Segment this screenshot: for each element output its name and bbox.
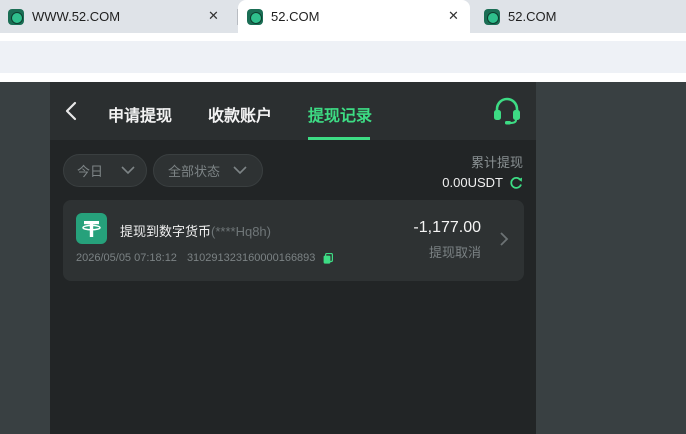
record-meta: 2026/05/05 07:18:12 31029132316000016689… bbox=[76, 252, 334, 264]
total-withdraw-label: 累计提现 bbox=[470, 155, 523, 170]
record-title: 提现到数字货币(****Hq8h) bbox=[120, 221, 271, 240]
browser-tab-active[interactable]: 52.COM ✕ bbox=[238, 0, 470, 33]
headset-icon[interactable] bbox=[492, 97, 522, 125]
tab-title: 52.COM bbox=[508, 9, 557, 24]
close-icon[interactable]: ✕ bbox=[208, 8, 219, 24]
withdraw-record-card[interactable]: 提现到数字货币(****Hq8h) 2026/05/05 07:18:12 31… bbox=[63, 200, 524, 281]
tab-title: 52.COM bbox=[271, 9, 320, 24]
total-withdraw-value: 0.00USDT bbox=[442, 175, 503, 190]
browser-tab[interactable]: 52.COM bbox=[476, 0, 686, 33]
date-filter-select[interactable]: 今日 bbox=[63, 154, 147, 187]
record-datetime: 2026/05/05 07:18:12 bbox=[76, 252, 177, 264]
refresh-icon[interactable] bbox=[509, 176, 523, 190]
chevron-down-icon bbox=[233, 166, 247, 175]
masked-address: (****Hq8h) bbox=[211, 224, 271, 239]
record-status: 提现取消 bbox=[428, 245, 481, 260]
copy-icon[interactable] bbox=[323, 252, 334, 264]
site-favicon-icon bbox=[8, 8, 24, 25]
withdraw-app: 申请提现 收款账户 提现记录 今日 全部状态 累计提现 0.00USDT 提现到… bbox=[50, 82, 536, 434]
browser-toolbar bbox=[0, 33, 686, 77]
tab-title: WWW.52.COM bbox=[32, 9, 121, 24]
date-filter-value: 今日 bbox=[77, 164, 104, 179]
chevron-left-icon[interactable] bbox=[64, 101, 78, 121]
address-bar[interactable] bbox=[0, 41, 686, 73]
site-favicon-icon bbox=[484, 8, 500, 25]
tab-apply-withdraw[interactable]: 申请提现 bbox=[108, 102, 172, 126]
app-header: 申请提现 收款账户 提现记录 bbox=[50, 82, 536, 140]
site-favicon-icon bbox=[247, 8, 263, 25]
chevron-right-icon bbox=[500, 232, 509, 246]
record-type: 提现到数字货币 bbox=[120, 224, 212, 239]
status-filter-select[interactable]: 全部状态 bbox=[153, 154, 263, 187]
chevron-down-icon bbox=[121, 166, 135, 175]
tether-icon bbox=[76, 213, 107, 244]
browser-tab-bar: WWW.52.COM ✕ 52.COM ✕ 52.COM bbox=[0, 0, 686, 33]
close-icon[interactable]: ✕ bbox=[448, 8, 459, 24]
record-amount: -1,177.00 bbox=[413, 219, 481, 236]
tab-payee-accounts[interactable]: 收款账户 bbox=[208, 102, 272, 126]
browser-tab[interactable]: WWW.52.COM ✕ bbox=[0, 0, 238, 33]
active-tab-indicator bbox=[308, 137, 370, 140]
record-order-number: 310291323160000166893 bbox=[186, 252, 316, 264]
status-filter-value: 全部状态 bbox=[168, 164, 221, 179]
total-withdraw: 0.00USDT bbox=[442, 175, 523, 190]
tab-withdraw-records[interactable]: 提现记录 bbox=[308, 102, 372, 126]
